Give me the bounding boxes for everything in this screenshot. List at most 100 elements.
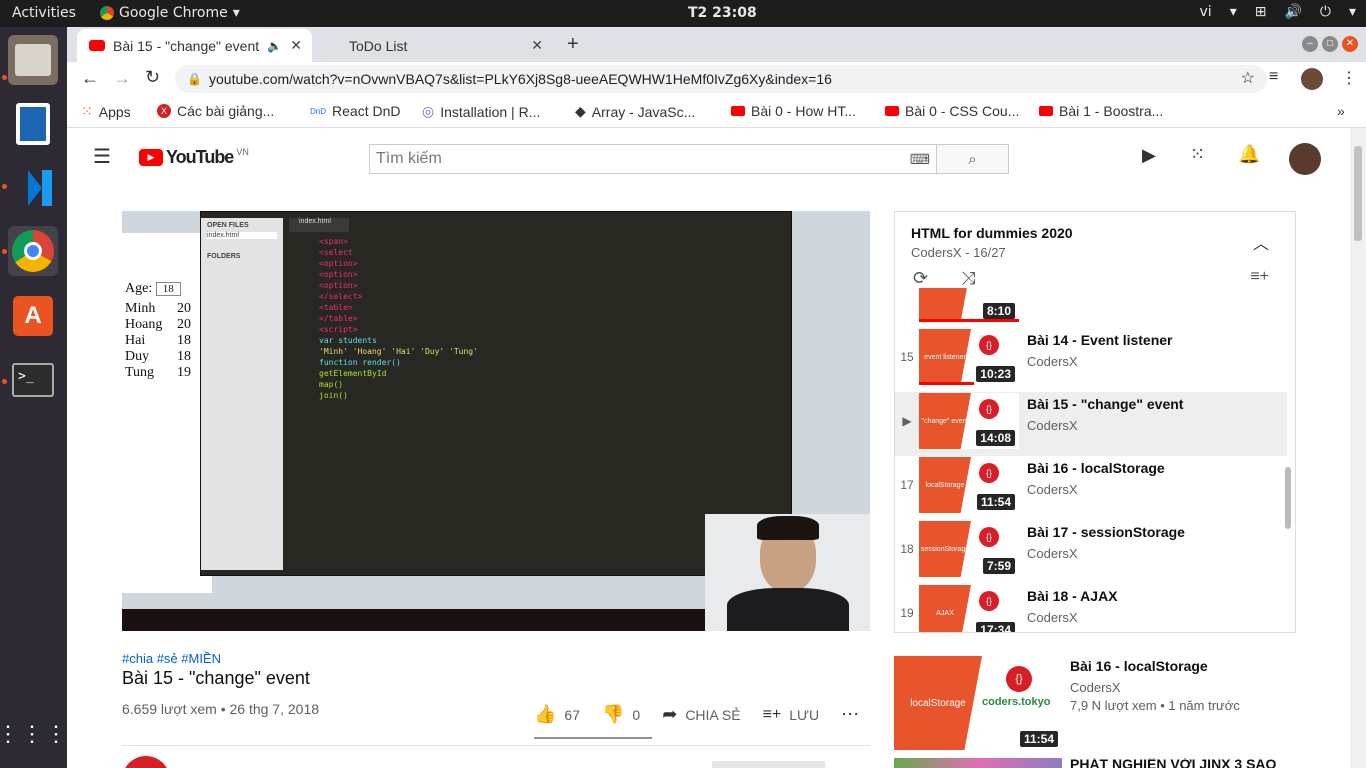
more-actions-icon[interactable]: ⋯	[841, 704, 859, 725]
app-name: Google Chrome	[119, 5, 228, 21]
lock-icon: 🔒	[187, 72, 202, 86]
bookmark-item[interactable]: Bài 0 - CSS Cou...	[885, 103, 1019, 119]
thumb-label: localStorage	[919, 457, 971, 513]
thumb-label: "change" event	[919, 393, 971, 449]
tab-todo[interactable]: ToDo List ✕	[325, 29, 553, 62]
show-apps-icon[interactable]: ⋮⋮⋮	[0, 709, 67, 759]
more-bookmarks-icon[interactable]: »	[1337, 103, 1345, 119]
menu-icon[interactable]: ⋮	[1341, 68, 1357, 88]
playlist-item[interactable]: 19 AJAX {} 17:34 Bài 18 - AJAX CodersX	[895, 584, 1287, 632]
playlist-meta: CodersX - 16/27	[911, 245, 1006, 260]
student-age: 20	[177, 301, 191, 316]
clock[interactable]: T2 23:08	[688, 5, 757, 21]
ubuntu-dock: A >_ ⋮⋮⋮	[0, 27, 67, 768]
dislike-button[interactable]: 👎 0	[602, 704, 640, 725]
hashtags[interactable]: #chia #sẻ #MIỀN	[122, 651, 221, 666]
shuffle-icon[interactable]: ⤨	[961, 268, 975, 289]
terminal-icon[interactable]: >_	[8, 355, 58, 405]
share-icon: ➦	[662, 704, 678, 724]
rec-channel: CodersX	[1070, 680, 1121, 695]
search-input[interactable]: Tìm kiếm ⌨	[369, 144, 937, 174]
share-button[interactable]: ➦ CHIA SẺ	[662, 704, 740, 725]
url-text: youtube.com/watch?v=nOvwnVBAQ7s&list=PLk…	[209, 71, 832, 87]
bookmark-item[interactable]: DnD React DnD	[310, 103, 400, 119]
playlist-item[interactable]: 8:10	[895, 288, 1287, 322]
bookmark-item[interactable]: ◆ Array - JavaSc...	[575, 103, 695, 120]
video-player[interactable]: OPEN FILES index.html FOLDERS index.html…	[122, 211, 870, 631]
search-placeholder: Tìm kiếm	[376, 150, 442, 167]
language-indicator[interactable]: vi	[1200, 4, 1212, 20]
collapse-chevron-icon[interactable]: ︿	[1253, 230, 1269, 254]
table-row: Hai 18	[125, 333, 191, 349]
scrollbar-thumb[interactable]	[1354, 146, 1362, 241]
window-controls: – □ ✕	[1302, 36, 1358, 52]
hamburger-menu-icon[interactable]: ☰	[93, 144, 111, 169]
back-icon[interactable]: ←	[81, 68, 99, 89]
mdn-icon: ◆	[575, 103, 586, 119]
reload-icon[interactable]: ↻	[145, 67, 160, 88]
channel-avatar[interactable]	[122, 756, 170, 768]
playlist-panel: HTML for dummies 2020 CodersX - 16/27 ︿ …	[894, 211, 1296, 633]
playlist-scrollbar[interactable]	[1285, 467, 1291, 529]
playlist-item[interactable]: 15 event listener {} 10:23 Bài 14 - Event …	[895, 328, 1287, 392]
close-tab-icon[interactable]: ✕	[290, 37, 302, 54]
recommended-item[interactable]: PHÁT NGHIỆN VỚI JINX 3 SAO	[894, 758, 1296, 768]
rec-thumbnail: localStorage {} coders.tokyo 11:54	[894, 656, 1062, 750]
keyboard-icon[interactable]: ⌨	[910, 145, 930, 173]
bookmark-item[interactable]: Bài 0 - How HT...	[731, 103, 856, 119]
maximize-icon[interactable]: □	[1322, 36, 1338, 52]
files-icon[interactable]	[8, 35, 58, 85]
item-channel: CodersX	[1027, 610, 1078, 625]
thumb-label: localStorage	[894, 656, 982, 750]
page-scrollbar[interactable]	[1350, 128, 1366, 768]
notifications-bell-icon[interactable]: 🔔	[1238, 144, 1260, 165]
system-tray[interactable]: vi ▾ ⊞ 🔊 ⏻ ▾	[1200, 4, 1357, 20]
like-button[interactable]: 👍 67	[534, 704, 580, 725]
tab-youtube[interactable]: Bài 15 - "change" event 🔈 ✕	[77, 29, 312, 62]
subscribe-button[interactable]	[712, 761, 825, 768]
app-menu[interactable]: Google Chrome ▾	[100, 5, 240, 21]
profile-avatar[interactable]	[1301, 68, 1323, 90]
writer-icon[interactable]	[8, 99, 58, 149]
forward-icon[interactable]: →	[113, 68, 131, 89]
table-row: Tung 19	[125, 365, 191, 381]
bookmark-item[interactable]: Bài 1 - Boostra...	[1039, 103, 1163, 119]
recommended-item[interactable]: localStorage {} coders.tokyo 11:54 Bài 1…	[894, 656, 1296, 752]
running-indicator	[2, 184, 7, 189]
address-bar[interactable]: 🔒 youtube.com/watch?v=nOvwnVBAQ7s&list=P…	[175, 65, 1267, 93]
apps-icon[interactable]: ⁙	[1190, 144, 1205, 165]
item-channel: CodersX	[1027, 354, 1078, 369]
playlist-title[interactable]: HTML for dummies 2020	[911, 225, 1073, 241]
create-video-icon[interactable]: ▶︎	[1142, 145, 1156, 166]
watched-progress	[919, 382, 974, 385]
playlist-item-current[interactable]: ▶ "change" event {} 14:08 Bài 15 - "change…	[895, 392, 1287, 456]
playlist-item[interactable]: 17 localStorage {} 11:54 Bài 16 - localSto…	[895, 456, 1287, 520]
youtube-logo[interactable]: ▶ YouTube VN	[139, 147, 249, 168]
vscode-icon[interactable]	[8, 163, 58, 213]
new-tab-icon[interactable]: +	[567, 33, 579, 56]
bookmark-star-icon[interactable]: ☆	[1241, 65, 1255, 93]
chrome-dock-icon[interactable]	[8, 226, 58, 276]
bookmark-apps[interactable]: ⁙ Apps	[81, 103, 131, 120]
open-file-item: index.html	[207, 232, 277, 239]
duration-badge: 11:54	[976, 494, 1015, 510]
bookmark-item[interactable]: X Các bài giảng...	[157, 103, 274, 119]
loop-icon[interactable]: ⟳	[913, 268, 928, 289]
save-button[interactable]: ≡+ LƯU	[763, 706, 820, 724]
close-tab-icon[interactable]: ✕	[531, 37, 543, 54]
minimize-icon[interactable]: –	[1302, 36, 1318, 52]
user-avatar[interactable]	[1289, 143, 1321, 175]
playlist-item[interactable]: 18 sessionStorage {} 7:59 Bài 17 - session…	[895, 520, 1287, 584]
software-center-icon[interactable]: A	[8, 291, 58, 341]
item-title: Bài 17 - sessionStorage	[1027, 524, 1185, 540]
item-channel: CodersX	[1027, 546, 1078, 561]
item-title: Bài 18 - AJAX	[1027, 588, 1118, 604]
close-window-icon[interactable]: ✕	[1342, 36, 1358, 52]
rec-meta: 7,9 N lượt xem • 1 năm trước	[1070, 698, 1240, 713]
thumb-label: AJAX	[919, 585, 971, 632]
save-playlist-icon[interactable]: ≡+	[1250, 268, 1269, 286]
activities-button[interactable]: Activities	[12, 5, 76, 21]
bookmark-item[interactable]: ◎ Installation | R...	[422, 103, 540, 120]
media-icon[interactable]: ≡	[1269, 68, 1278, 86]
search-button[interactable]: ⌕	[937, 144, 1009, 174]
